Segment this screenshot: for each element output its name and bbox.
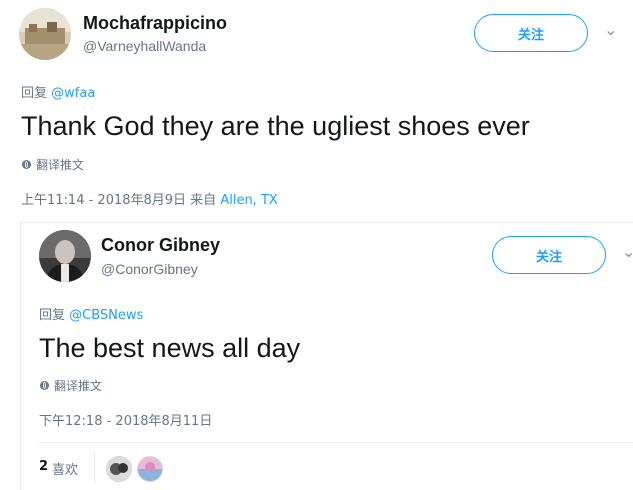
tweet-text: The best news all day xyxy=(39,333,301,363)
tweet-text: Thank God they are the ugliest shoes eve… xyxy=(21,111,530,141)
chevron-down-icon[interactable]: ⌄ xyxy=(622,242,633,261)
globe-icon xyxy=(22,160,31,169)
liker-avatar[interactable] xyxy=(137,456,163,482)
reply-context: 回复 @CBSNews xyxy=(39,304,143,323)
author-name[interactable]: Conor Gibney xyxy=(101,235,220,256)
translate-label: 翻译推文 xyxy=(54,379,103,393)
likes-label: 喜欢 xyxy=(52,463,79,478)
avatar-mochafrappicino[interactable] xyxy=(19,8,71,60)
stats-separator xyxy=(94,452,95,482)
likes-count: 2 xyxy=(39,459,49,474)
translate-tweet-link[interactable]: 翻译推文 xyxy=(40,377,102,394)
translate-tweet-link[interactable]: 翻译推文 xyxy=(22,156,84,173)
reply-mention-link[interactable]: @wfaa xyxy=(51,86,95,101)
author-name[interactable]: Mochafrappicino xyxy=(83,13,227,34)
reply-prefix: 回复 xyxy=(21,86,48,101)
stats-divider xyxy=(39,442,633,443)
reply-context: 回复 @wfaa xyxy=(21,82,95,101)
location-link[interactable]: Allen, TX xyxy=(220,193,277,208)
timestamp-text[interactable]: 上午11:14 - 2018年8月9日 来自 xyxy=(21,193,216,208)
translate-label: 翻译推文 xyxy=(36,158,85,172)
tweet-timestamp[interactable]: 下午12:18 - 2018年8月11日 xyxy=(39,410,212,429)
author-handle[interactable]: @VarneyhallWanda xyxy=(83,38,206,54)
avatar-conor-gibney[interactable] xyxy=(39,230,91,282)
globe-icon xyxy=(40,381,49,390)
author-handle[interactable]: @ConorGibney xyxy=(101,261,198,277)
chevron-down-icon[interactable]: ⌄ xyxy=(604,20,617,39)
likes-stat[interactable]: 2 喜欢 xyxy=(39,459,78,478)
follow-button[interactable]: 关注 xyxy=(474,14,588,52)
card-border-left xyxy=(20,222,21,490)
card-border-top xyxy=(20,222,633,223)
follow-button[interactable]: 关注 xyxy=(492,236,606,274)
reply-mention-link[interactable]: @CBSNews xyxy=(69,308,143,323)
reply-prefix: 回复 xyxy=(39,308,66,323)
liker-avatar[interactable] xyxy=(106,456,132,482)
tweet-thread: Mochafrappicino @VarneyhallWanda 关注 ⌄ 回复… xyxy=(0,0,633,490)
tweet-timestamp: 上午11:14 - 2018年8月9日 来自 Allen, TX xyxy=(21,189,278,208)
